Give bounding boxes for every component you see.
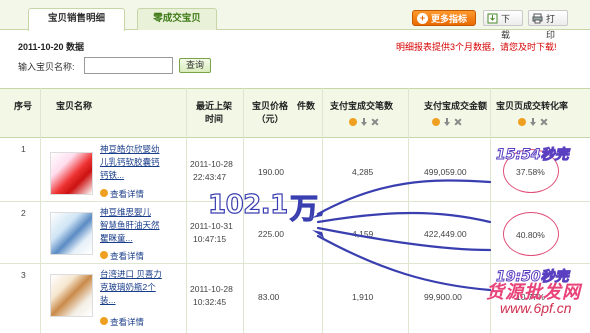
arrow-to-row3 xyxy=(316,234,492,292)
total-sales-annotation: 102.1 xyxy=(207,189,288,220)
total-sales-unit: 万 xyxy=(289,191,319,225)
arrow-to-row1-b xyxy=(316,211,492,224)
arrow-to-row1 xyxy=(316,179,492,216)
watermark-url: www.6pf.cn xyxy=(500,300,572,316)
sellout-time-annotation: 15:54秒完 xyxy=(496,147,570,164)
arrow-to-row2 xyxy=(316,226,492,252)
